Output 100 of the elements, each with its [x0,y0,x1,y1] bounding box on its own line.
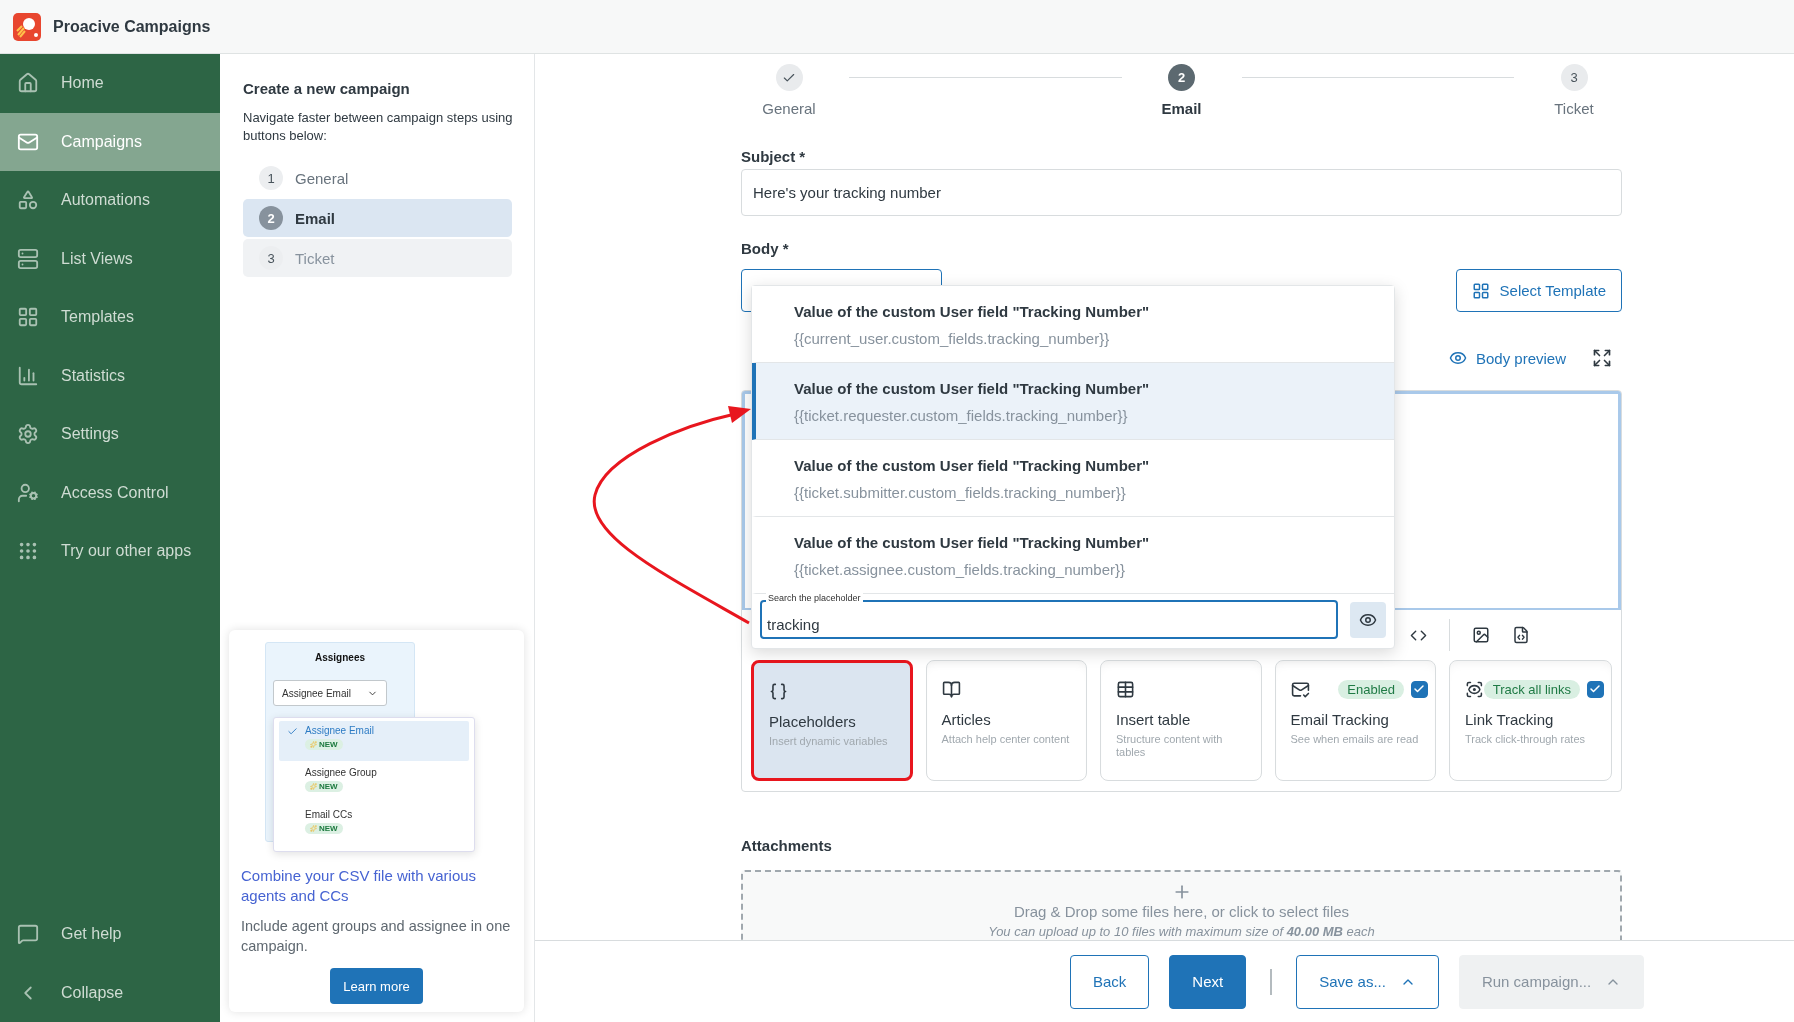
option-code: {{ticket.requester.custom_fields.tracking_number}} [794,407,1129,424]
option-label: Assignee Email [305,725,374,736]
nav-item[interactable]: Automations [0,171,220,230]
footer-divider [1270,968,1273,995]
grid-icon [1471,281,1490,300]
option-title: Value of the custom User field "Tracking Number" [794,380,1151,397]
nav-item[interactable]: Settings [0,405,220,464]
step-label: General [762,100,816,117]
promo-text: Include agent groups and assignee in one campaign. [240,917,512,956]
chat-icon [17,923,39,946]
card-description: Attach help center content [941,733,1071,746]
new-badge: NEW [305,823,343,834]
step-number: 2 [259,206,283,230]
drop-text: Drag & Drop some files here, or click to select files [1013,903,1350,920]
placeholder-option[interactable]: Value of the custom User field "Tracking Number" {{ticket.submitter.custom_fields.tracking_number}} [752,440,1394,517]
step-number: 1 [259,166,283,190]
nav-item[interactable]: Templates [0,288,220,347]
status-badge: Enabled [1338,679,1404,699]
promo-headline: Combine your CSV file with various agents and CCs [240,866,478,906]
subject-field[interactable]: Here's your tracking number [741,169,1622,216]
option-title: Value of the custom User field "Tracking Number" [794,534,1151,551]
option-code: {{current_user.custom_fields.tracking_number}} [794,330,1111,347]
card-title: Insert table [1116,711,1192,728]
option-title: Value of the custom User field "Tracking Number" [794,457,1151,474]
select-template-button[interactable]: Select Template [1455,269,1622,312]
nav-item[interactable]: Get help [0,905,220,964]
envelope-check-icon [1290,679,1310,699]
html-file-icon[interactable] [1512,626,1530,644]
new-badge: NEW [305,739,343,750]
feature-card[interactable]: Insert table Structure content with tables [1100,660,1262,781]
panel-title: Create a new campaign [242,80,411,97]
field-label: Attachments [741,837,833,854]
nav-item[interactable]: Campaigns [0,112,220,171]
field-label: Body * [741,240,790,257]
option-code: {{ticket.assignee.custom_fields.tracking_number}} [794,561,1127,578]
status-badge: Track all links [1483,679,1580,699]
card-title: Placeholders [769,713,857,730]
step-label: Ticket [1554,100,1594,117]
checkbox[interactable] [1411,680,1428,698]
footer-button[interactable]: Next [1169,954,1247,1009]
book-icon [941,679,961,699]
menu-button[interactable]: Save as... [1296,954,1439,1009]
user-gear-icon [17,481,39,504]
image-icon[interactable] [1472,626,1490,644]
grid-icon [17,306,39,329]
nav-item[interactable]: Statistics [0,346,220,405]
check-icon [287,726,298,737]
option-label: Assignee Group [305,767,377,778]
nav-item[interactable]: Home [0,54,220,113]
panel-hint: Navigate faster between campaign steps using buttons below: [242,109,514,145]
step-circle: 2 [1168,64,1195,91]
checkbox[interactable] [1587,680,1604,698]
feature-card[interactable]: Articles Attach help center content [925,660,1087,781]
feature-card[interactable]: Track all links Link Tracking Track click-through rates [1449,660,1612,781]
placeholder-option[interactable]: Value of the custom User field "Tracking Number" {{ticket.assignee.custom_fields.tracking_number}} [752,517,1394,594]
step-label: Email [1161,100,1202,117]
feature-card[interactable]: Enabled Email Tracking See when emails are read [1274,660,1436,781]
table-icon [1116,679,1135,699]
nav-item[interactable]: Try our other apps [0,522,220,581]
card-description: See when emails are read [1290,733,1420,746]
card-title: Email Tracking [1290,711,1390,728]
card-title: Link Tracking [1465,711,1555,728]
settings-icon [17,423,39,446]
app-logo [13,12,41,41]
nav-item[interactable]: Collapse [0,963,220,1022]
nav-item[interactable]: Access Control [0,463,220,522]
nav-item[interactable]: List Views [0,229,220,288]
new-badge: NEW [305,781,343,792]
file-drop-zone[interactable]: Drag & Drop some files here, or click to select files You can upload up to 10 files with maximum size of 40.00 MB each [741,870,1622,940]
step-nav-item[interactable]: 2 Email [243,199,512,237]
preview-button[interactable] [1350,601,1386,638]
check-icon [1413,683,1426,695]
learn-more-button[interactable]: Learn more [330,968,423,1004]
option-label: Email CCs [305,809,353,820]
shapes-icon [17,189,39,212]
placeholder-option[interactable]: Value of the custom User field "Tracking Number" {{ticket.requester.custom_fields.tracking_number}} [752,363,1394,440]
limit-text: You can upload up to 10 files with maximum size of 40.00 MB each [988,924,1375,939]
field-label: Subject * [741,148,807,165]
step-circle: 3 [1560,64,1588,91]
fullscreen-icon[interactable] [1592,348,1612,368]
server-icon [17,247,39,270]
field-label: Search the placeholder [766,593,863,604]
step-number: 3 [259,246,283,270]
eye-icon [1448,349,1467,367]
body-preview-link[interactable]: Body preview [1448,349,1566,367]
option-title: Value of the custom User field "Tracking Number" [794,303,1151,320]
card-title: Articles [941,711,992,728]
braces-icon [769,681,788,701]
feature-card[interactable]: Placeholders Insert dynamic variables [751,660,913,781]
footer-button[interactable]: Back [1070,954,1150,1009]
app-title: Proacive Campaigns [53,17,211,36]
home-icon [17,72,39,95]
card-description: Insert dynamic variables [769,735,889,748]
card-description: Structure content with tables [1116,733,1224,759]
placeholder-option[interactable]: Value of the custom User field "Tracking Number" {{current_user.custom_fields.tracking_number}} [752,286,1394,363]
scan-eye-icon [1465,679,1484,699]
card-description: Track click-through rates [1465,733,1586,746]
bar-chart-icon [17,364,39,387]
option-code: {{ticket.submitter.custom_fields.tracking_number}} [794,484,1127,501]
check-icon [1589,683,1602,695]
